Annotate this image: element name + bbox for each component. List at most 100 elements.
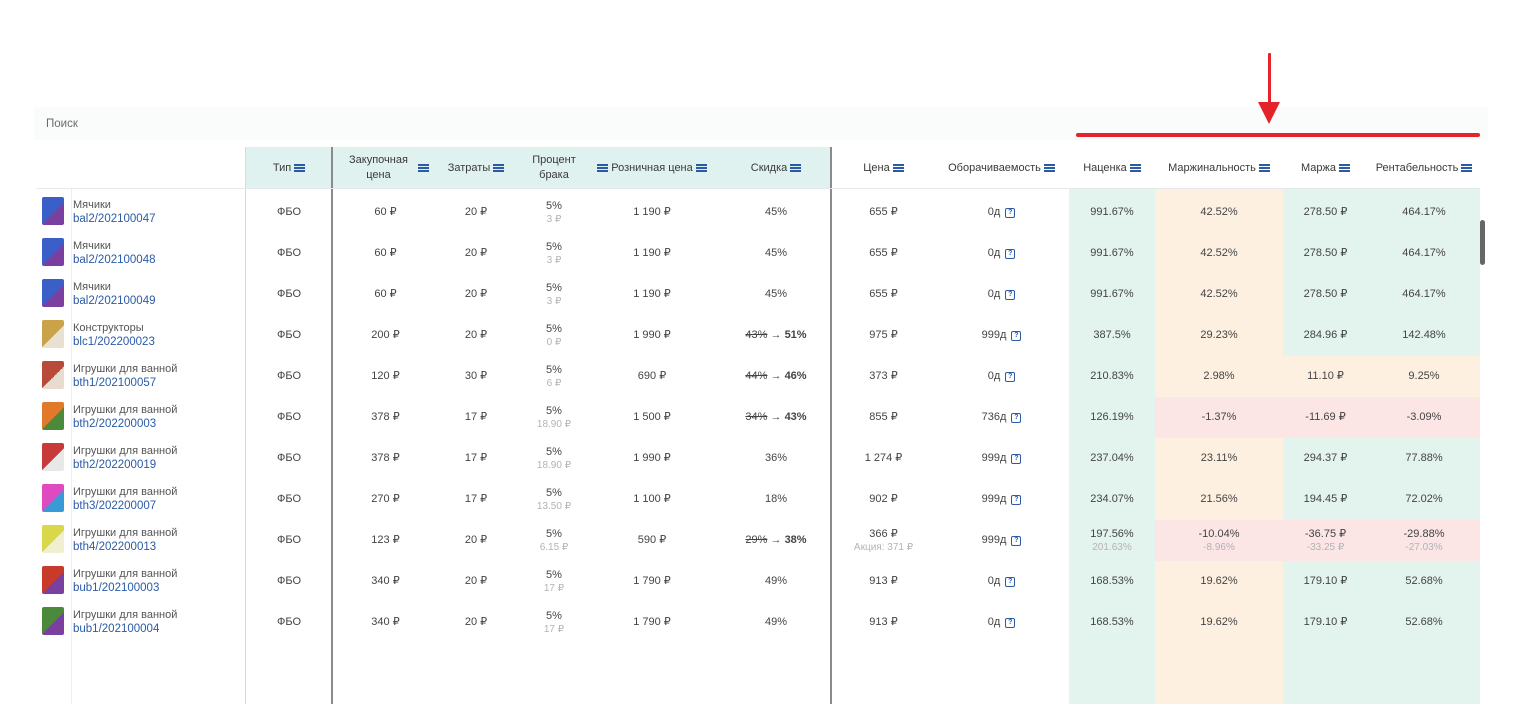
cell-value: 1 990 ₽ bbox=[633, 452, 671, 464]
product-sku-link[interactable]: bth4/202200013 bbox=[73, 541, 156, 553]
menu-icon[interactable] bbox=[597, 164, 609, 172]
product-category: Мячики bbox=[73, 240, 111, 252]
header-margin[interactable]: Маржа bbox=[1283, 147, 1368, 189]
menu-icon[interactable] bbox=[892, 164, 904, 172]
menu-icon[interactable] bbox=[294, 164, 306, 172]
product-sku-link[interactable]: bth2/202200003 bbox=[73, 418, 156, 430]
cell-value: ФБО bbox=[276, 206, 301, 218]
product-sku-link[interactable]: bth1/202100057 bbox=[73, 377, 156, 389]
product-sku-link[interactable]: bal2/202100048 bbox=[73, 254, 156, 266]
menu-icon[interactable] bbox=[1129, 164, 1141, 172]
table-row[interactable]: Игрушки для ванной bth3/202200007 ФБО 270 ₽… bbox=[36, 479, 1480, 520]
cell-value: 179.10 ₽ bbox=[1303, 575, 1348, 587]
cell-margin: -36.75 ₽ -33.25 ₽ bbox=[1283, 520, 1368, 561]
product-sku-link[interactable]: bub1/202100004 bbox=[73, 623, 159, 635]
search-input[interactable] bbox=[46, 116, 446, 132]
cell-value: 655 ₽ bbox=[869, 206, 898, 218]
cell-retail: 1 990 ₽ bbox=[592, 438, 712, 479]
cell-value: 1 100 ₽ bbox=[633, 493, 671, 505]
cell-defect: 5% 6 ₽ bbox=[514, 356, 594, 397]
cell-costs: 17 ₽ bbox=[438, 479, 514, 520]
cell-value: ФБО bbox=[276, 247, 301, 259]
product-cell: Мячики bal2/202100048 bbox=[36, 233, 244, 274]
cell-value: ФБО bbox=[276, 534, 301, 546]
table-row[interactable]: Игрушки для ванной bth1/202100057 ФБО 120 ₽… bbox=[36, 356, 1480, 397]
annotation-arrow bbox=[1268, 53, 1271, 109]
discount-new: 46% bbox=[784, 370, 807, 382]
help-icon[interactable]: ? bbox=[1005, 248, 1016, 259]
cell-value: 5% bbox=[546, 609, 562, 622]
header-retail[interactable]: Розничная цена bbox=[592, 147, 712, 189]
cell-value: 126.19% bbox=[1090, 411, 1134, 423]
turnover-days: 999д bbox=[981, 493, 1007, 505]
header-price[interactable]: Цена bbox=[836, 147, 931, 189]
product-sku-link[interactable]: bal2/202100049 bbox=[73, 295, 156, 307]
cell-markup: 126.19% bbox=[1069, 397, 1155, 438]
menu-icon[interactable] bbox=[1461, 164, 1473, 172]
header-costs[interactable]: Затраты bbox=[438, 147, 514, 189]
table-row[interactable]: Игрушки для ванной bth2/202200003 ФБО 378 ₽… bbox=[36, 397, 1480, 438]
table-row[interactable]: Игрушки для ванной bth2/202200019 ФБО 378 ₽… bbox=[36, 438, 1480, 479]
cell-value: 30 ₽ bbox=[464, 370, 488, 382]
cell-value: 19.62% bbox=[1200, 616, 1238, 628]
table-row[interactable]: Мячики bal2/202100048 ФБО 60 ₽ 20 ₽ 5% 3 ₽ 1 19… bbox=[36, 233, 1480, 274]
header-purchase[interactable]: Закупочная цена bbox=[333, 147, 438, 189]
cell-value: 5% bbox=[546, 199, 562, 212]
product-sku-link[interactable]: bth3/202200007 bbox=[73, 500, 156, 512]
help-icon[interactable]: ? bbox=[1005, 289, 1016, 300]
header-type[interactable]: Тип bbox=[246, 147, 332, 189]
menu-icon[interactable] bbox=[1258, 164, 1270, 172]
table-row[interactable]: Мячики bal2/202100049 ФБО 60 ₽ 20 ₽ 5% 3 ₽ 1 19… bbox=[36, 274, 1480, 315]
product-sku-link[interactable]: bal2/202100047 bbox=[73, 213, 156, 225]
table-row[interactable]: Мячики bal2/202100047 ФБО 60 ₽ 20 ₽ 5% 3 ₽ 1 19… bbox=[36, 192, 1480, 233]
help-icon[interactable]: ? bbox=[1011, 412, 1022, 423]
product-category: Игрушки для ванной bbox=[73, 363, 178, 375]
cell-value: -36.75 ₽ bbox=[1304, 527, 1347, 540]
help-icon[interactable]: ? bbox=[1005, 576, 1016, 587]
cell-subvalue: Акция: 371 ₽ bbox=[853, 541, 914, 553]
header-marginality[interactable]: Маржинальность bbox=[1155, 147, 1283, 189]
product-sku-link[interactable]: blc1/202200023 bbox=[73, 336, 155, 348]
turnover-value: 0д? bbox=[988, 206, 1016, 219]
cell-value: 1 790 ₽ bbox=[633, 616, 671, 628]
product-sku-link[interactable]: bth2/202200019 bbox=[73, 459, 156, 471]
cell-markup: 168.53% bbox=[1069, 561, 1155, 602]
menu-icon[interactable] bbox=[417, 164, 429, 172]
header-turnover[interactable]: Оборачиваемость bbox=[934, 147, 1069, 189]
product-thumbnail bbox=[42, 361, 64, 389]
help-icon[interactable]: ? bbox=[1011, 453, 1022, 464]
table-row[interactable]: Игрушки для ванной bub1/202100004 ФБО 340 ₽… bbox=[36, 602, 1480, 643]
help-icon[interactable]: ? bbox=[1005, 617, 1016, 628]
cell-discount: 18% bbox=[726, 479, 826, 520]
menu-icon[interactable] bbox=[1339, 164, 1350, 172]
table-row[interactable]: Игрушки для ванной bth4/202200013 ФБО 123 ₽… bbox=[36, 520, 1480, 561]
product-category: Мячики bbox=[73, 199, 111, 211]
help-icon[interactable]: ? bbox=[1005, 371, 1016, 382]
help-icon[interactable]: ? bbox=[1011, 330, 1022, 341]
header-label: Скидка bbox=[750, 162, 788, 174]
cell-profitability: 464.17% bbox=[1368, 233, 1480, 274]
header-markup[interactable]: Наценка bbox=[1069, 147, 1155, 189]
cell-value: 5% bbox=[546, 363, 562, 376]
help-icon[interactable]: ? bbox=[1011, 535, 1022, 546]
header-discount[interactable]: Скидка bbox=[726, 147, 826, 189]
cell-margin: 194.45 ₽ bbox=[1283, 479, 1368, 520]
menu-icon[interactable] bbox=[695, 164, 707, 172]
help-icon[interactable]: ? bbox=[1011, 494, 1022, 505]
cell-value: 17 ₽ bbox=[464, 452, 488, 464]
cell-value: 29.23% bbox=[1200, 329, 1238, 341]
menu-icon[interactable] bbox=[493, 164, 505, 172]
table-row[interactable]: Конструкторы blc1/202200023 ФБО 200 ₽ 20 ₽ 5%… bbox=[36, 315, 1480, 356]
cell-value: 690 ₽ bbox=[637, 370, 667, 382]
cell-markup: 168.53% bbox=[1069, 602, 1155, 643]
product-category: Игрушки для ванной bbox=[73, 445, 178, 457]
table-row[interactable]: Игрушки для ванной bub1/202100003 ФБО 340 ₽… bbox=[36, 561, 1480, 602]
menu-icon[interactable] bbox=[1043, 164, 1055, 172]
product-sku-link[interactable]: bub1/202100003 bbox=[73, 582, 159, 594]
menu-icon[interactable] bbox=[790, 164, 802, 172]
header-profitability[interactable]: Рентабельность bbox=[1368, 147, 1480, 189]
scrollbar[interactable] bbox=[1480, 220, 1485, 265]
cell-discount: 49% bbox=[726, 602, 826, 643]
cell-purchase: 60 ₽ bbox=[333, 192, 438, 233]
help-icon[interactable]: ? bbox=[1005, 207, 1016, 218]
